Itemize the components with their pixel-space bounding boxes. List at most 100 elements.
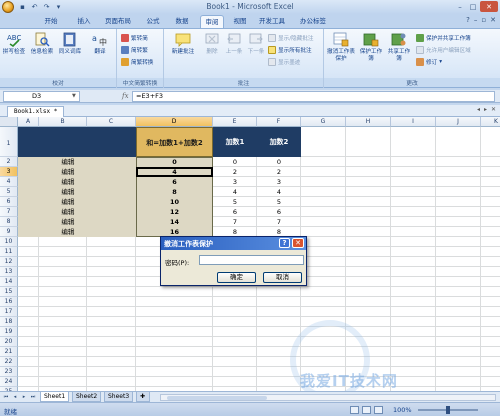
row-header-6[interactable]: 6: [0, 197, 18, 207]
column-header-i[interactable]: I: [391, 117, 436, 127]
addend1-cell[interactable]: 0: [213, 157, 257, 167]
sum-cell[interactable]: 6: [136, 177, 213, 187]
edit-label-cell[interactable]: 编辑: [39, 217, 97, 227]
ribbon-restore-icon[interactable]: ▫: [481, 16, 486, 24]
tab-formulas[interactable]: 公式: [142, 15, 164, 28]
name-box-dropdown-icon[interactable]: ▼: [72, 93, 76, 99]
zoom-slider[interactable]: [418, 406, 478, 414]
ribbon-minimize-icon[interactable]: –: [474, 16, 478, 24]
next-comment-button[interactable]: 下一条: [244, 32, 268, 56]
insert-sheet-icon[interactable]: ✚: [136, 392, 150, 402]
row-header-4[interactable]: 4: [0, 177, 18, 187]
sum-cell[interactable]: 10: [136, 197, 213, 207]
track-changes-button[interactable]: 修订 ▾: [416, 57, 442, 67]
row-header-18[interactable]: 18: [0, 317, 18, 327]
row-header-21[interactable]: 21: [0, 347, 18, 357]
row-header-15[interactable]: 15: [0, 287, 18, 297]
page-break-view-icon[interactable]: [374, 406, 383, 414]
tab-home[interactable]: 开始: [40, 15, 62, 28]
minimize-icon[interactable]: –: [454, 1, 466, 12]
addend1-cell[interactable]: 5: [213, 197, 257, 207]
show-ink-button[interactable]: 显示墨迹: [268, 57, 300, 67]
next-sheet-icon[interactable]: ▸: [20, 393, 28, 401]
row-header-7[interactable]: 7: [0, 207, 18, 217]
row-header-3[interactable]: 3: [0, 167, 18, 177]
row-header-20[interactable]: 20: [0, 337, 18, 347]
tab-review[interactable]: 审阅: [200, 15, 224, 28]
unprotect-sheet-button[interactable]: 撤消工作表保护: [326, 32, 356, 63]
row-header-9[interactable]: 9: [0, 227, 18, 237]
edit-label-cell[interactable]: 编辑: [39, 197, 97, 207]
prev-sheet-icon[interactable]: ◂: [11, 393, 19, 401]
to-traditional-button[interactable]: 简转繁: [121, 45, 148, 55]
previous-comment-button[interactable]: 上一条: [222, 32, 246, 56]
sheet-tab-sheet1[interactable]: Sheet1: [40, 392, 70, 402]
row-header-8[interactable]: 8: [0, 217, 18, 227]
zoom-level[interactable]: 100%: [393, 406, 412, 414]
sheet-tab-sheet2[interactable]: Sheet2: [72, 392, 102, 402]
edit-label-cell[interactable]: 编辑: [39, 207, 97, 217]
addend1-cell[interactable]: 7: [213, 217, 257, 227]
page-layout-view-icon[interactable]: [362, 406, 371, 414]
column-header-h[interactable]: H: [346, 117, 391, 127]
cancel-button[interactable]: 取消: [263, 272, 302, 283]
addend2-cell[interactable]: 6: [257, 207, 301, 217]
tab-page-layout[interactable]: 页面布局: [103, 15, 133, 28]
maximize-icon[interactable]: □: [467, 1, 479, 12]
name-box[interactable]: D3: [3, 91, 80, 102]
tab-view[interactable]: 视图: [229, 15, 251, 28]
addend2-cell[interactable]: 2: [257, 167, 301, 177]
thesaurus-button[interactable]: 同义词库: [58, 32, 82, 56]
row-header-5[interactable]: 5: [0, 187, 18, 197]
workbook-tab[interactable]: Book1.xlsx *: [7, 106, 65, 117]
header-cell-addend1[interactable]: 加数1: [213, 127, 257, 157]
row-header-13[interactable]: 13: [0, 267, 18, 277]
column-header-a[interactable]: A: [18, 117, 39, 127]
to-simplified-button[interactable]: 繁转简: [121, 33, 148, 43]
edit-label-cell[interactable]: 编辑: [39, 227, 97, 237]
active-cell-d3[interactable]: [136, 167, 213, 177]
addend1-cell[interactable]: 4: [213, 187, 257, 197]
normal-view-icon[interactable]: [350, 406, 359, 414]
sum-cell[interactable]: 0: [136, 157, 213, 167]
row-header-22[interactable]: 22: [0, 357, 18, 367]
formula-input[interactable]: =E3+F3: [132, 91, 495, 102]
row-header-10[interactable]: 10: [0, 237, 18, 247]
sum-cell[interactable]: 14: [136, 217, 213, 227]
column-header-g[interactable]: G: [301, 117, 346, 127]
row-header-2[interactable]: 2: [0, 157, 18, 167]
row-header-1[interactable]: 1: [0, 127, 18, 157]
edit-label-cell[interactable]: 编辑: [39, 187, 97, 197]
column-header-d[interactable]: D: [136, 117, 213, 127]
password-field[interactable]: [199, 255, 304, 265]
row-header-14[interactable]: 14: [0, 277, 18, 287]
addend2-cell[interactable]: 4: [257, 187, 301, 197]
first-sheet-icon[interactable]: ⏮: [2, 393, 10, 401]
close-workbook-icon[interactable]: ✕: [491, 106, 496, 113]
scroll-left-icon[interactable]: ◂: [477, 106, 480, 113]
addend1-cell[interactable]: 6: [213, 207, 257, 217]
column-header-k[interactable]: K: [481, 117, 500, 127]
last-sheet-icon[interactable]: ⏭: [29, 393, 37, 401]
ribbon-close-icon[interactable]: ✕: [490, 16, 496, 24]
column-header-f[interactable]: F: [257, 117, 301, 127]
translate-button[interactable]: a中 翻译: [88, 32, 112, 56]
protect-workbook-button[interactable]: 保护工作簿: [358, 32, 384, 63]
allow-edit-ranges-button[interactable]: 允许用户编辑区域: [416, 45, 471, 55]
tab-data[interactable]: 数据: [171, 15, 193, 28]
addend1-cell[interactable]: 2: [213, 167, 257, 177]
addend1-cell[interactable]: 3: [213, 177, 257, 187]
horizontal-scroll-thumb[interactable]: [167, 396, 267, 400]
addend2-cell[interactable]: 3: [257, 177, 301, 187]
header-cell-addend2[interactable]: 加数2: [257, 127, 301, 157]
row-header-23[interactable]: 23: [0, 367, 18, 377]
share-workbook-button[interactable]: 共享工作簿: [386, 32, 412, 63]
spelling-button[interactable]: ABC 拼写检查: [2, 32, 26, 56]
row-header-11[interactable]: 11: [0, 247, 18, 257]
sheet-tab-sheet3[interactable]: Sheet3: [104, 392, 134, 402]
addend2-cell[interactable]: 0: [257, 157, 301, 167]
close-icon[interactable]: ✕: [480, 1, 498, 12]
column-header-e[interactable]: E: [213, 117, 257, 127]
ok-button[interactable]: 确定: [217, 272, 256, 283]
show-hide-comment-button[interactable]: 显示/隐藏批注: [268, 33, 313, 43]
